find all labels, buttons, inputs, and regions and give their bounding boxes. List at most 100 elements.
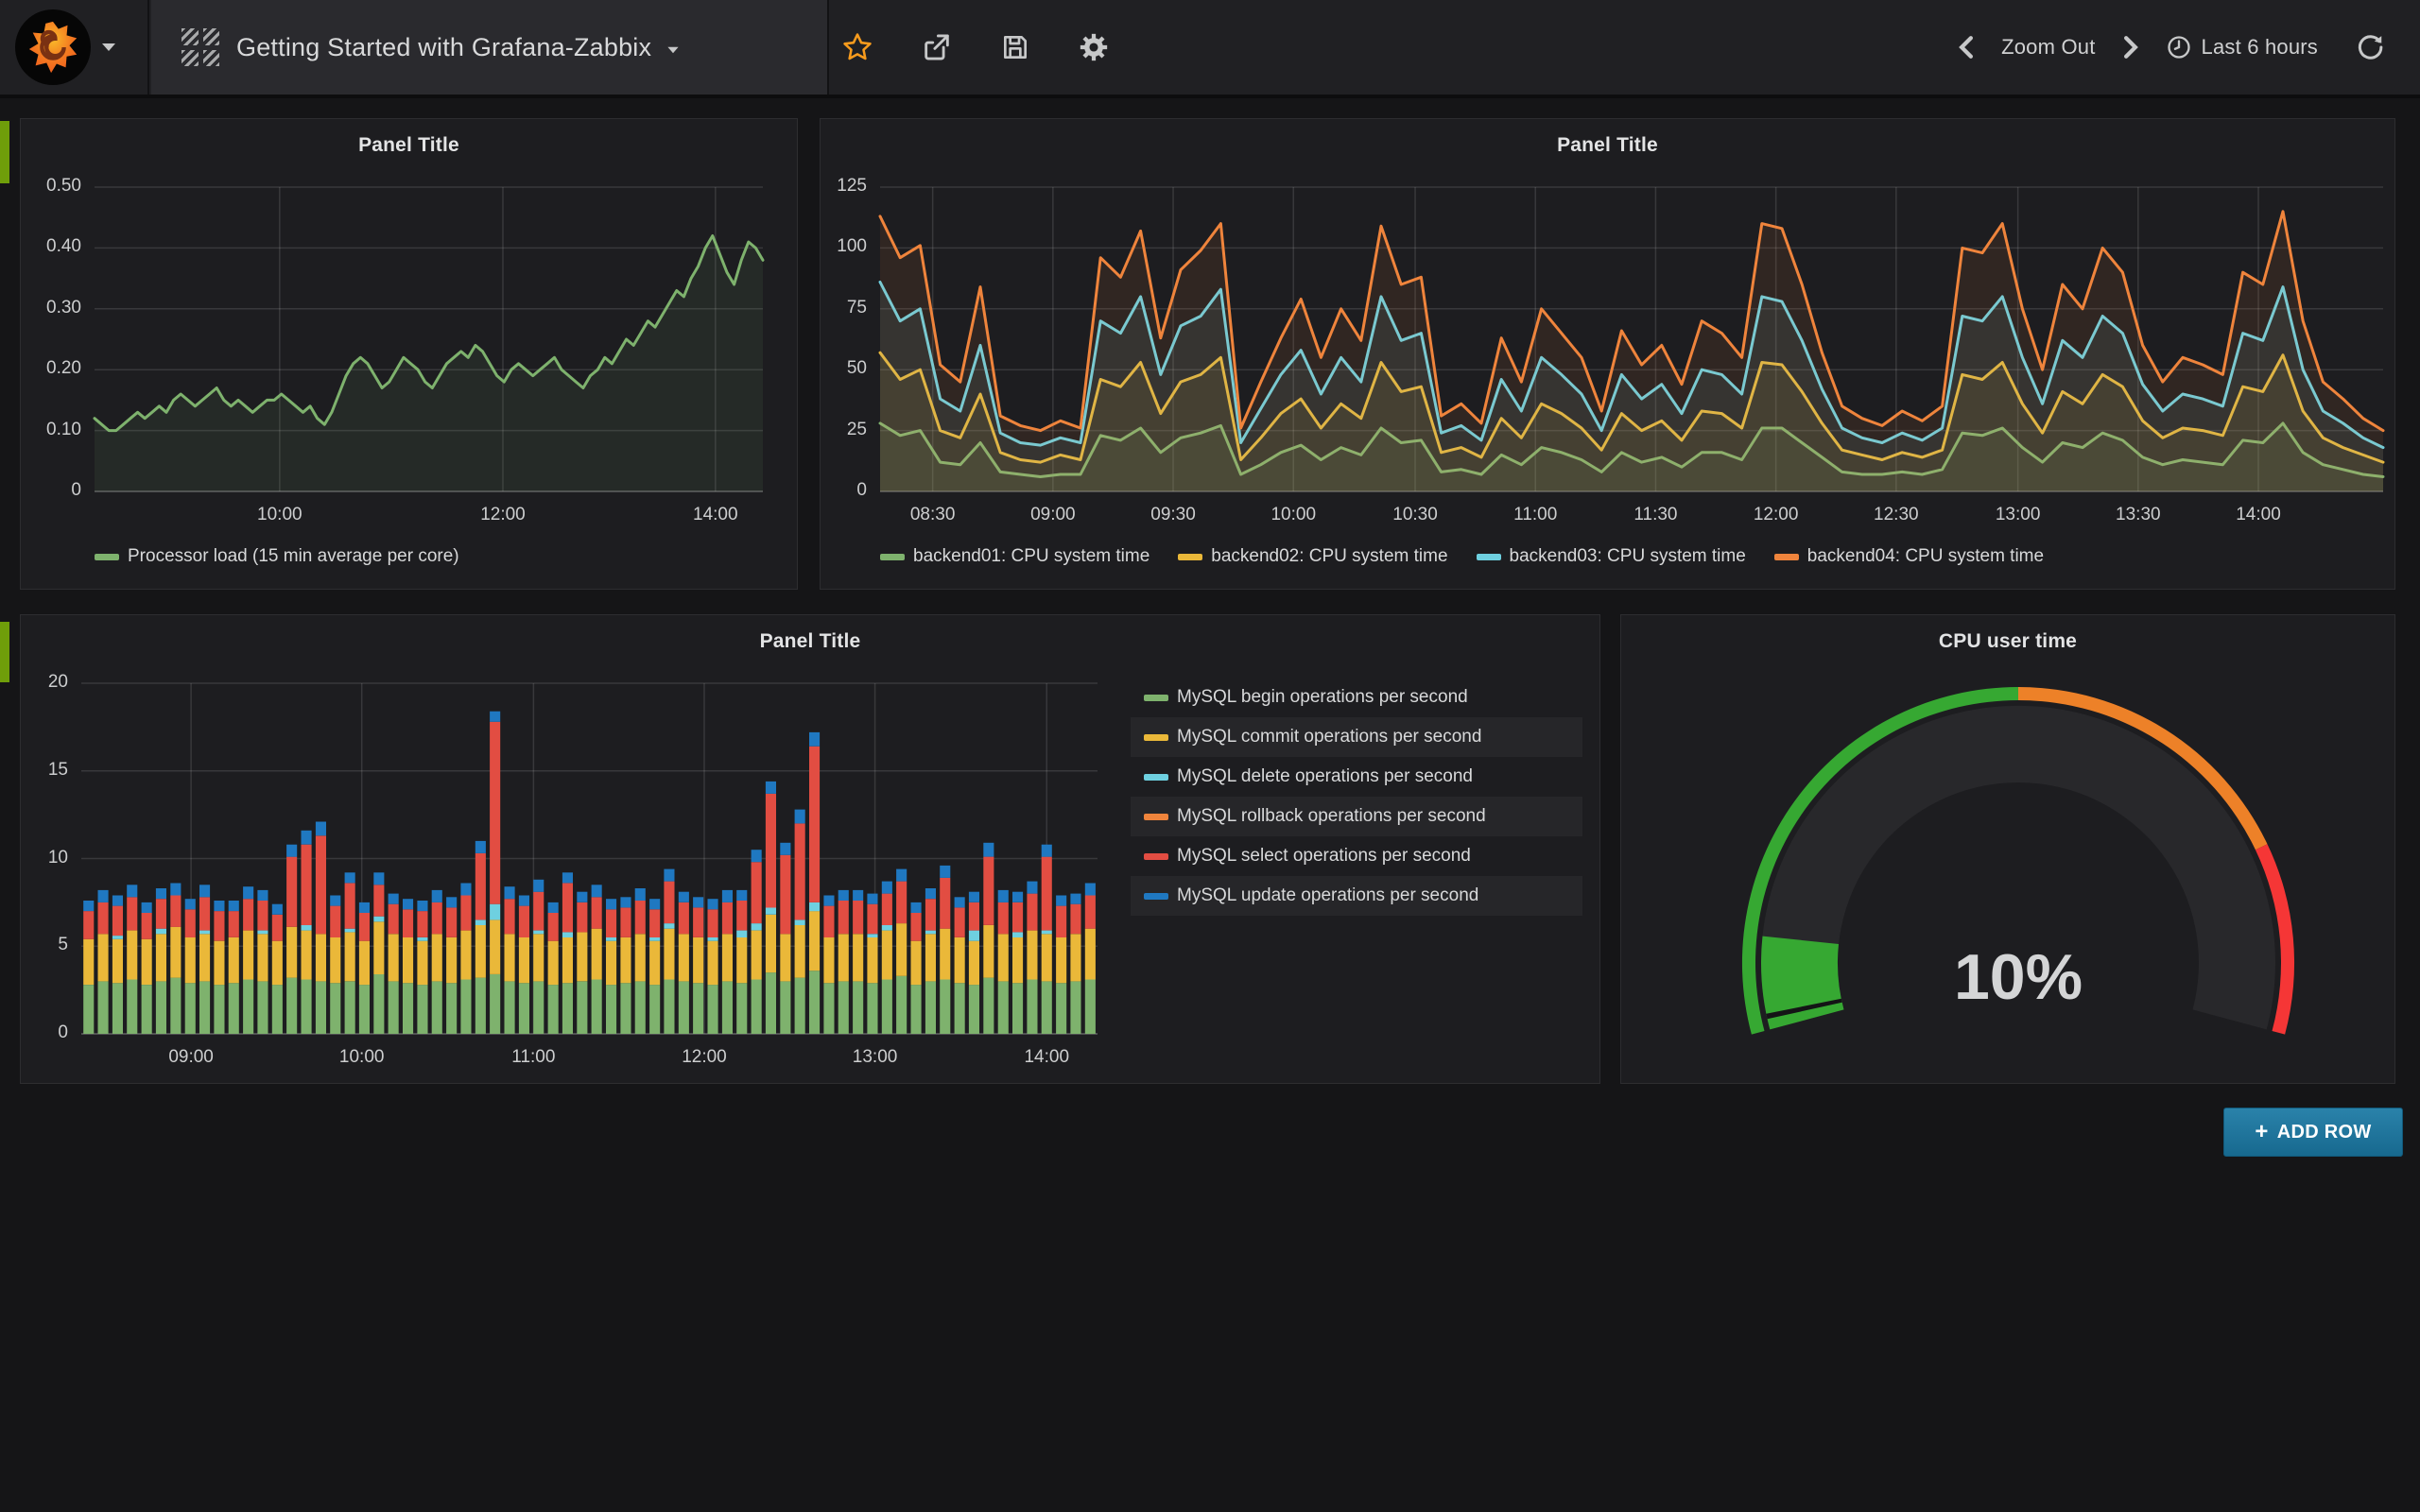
refresh-icon[interactable] — [2356, 33, 2384, 61]
y-tick-label: 0 — [0, 1022, 68, 1043]
y-tick-label: 10 — [0, 848, 68, 868]
panel-cpu-user-time-gauge: CPU user time 10% — [1620, 614, 2395, 1084]
legend-item[interactable]: MySQL update operations per second — [1131, 876, 1582, 916]
legend-item[interactable]: backend03: CPU system time — [1477, 546, 1746, 567]
legend-label: backend01: CPU system time — [913, 546, 1150, 567]
x-tick-label: 12:00 — [446, 505, 560, 525]
x-tick-label: 14:00 — [990, 1047, 1103, 1068]
legend-color-dash — [1144, 814, 1168, 820]
y-tick-label: 20 — [0, 672, 68, 693]
y-tick-label: 50 — [776, 358, 867, 379]
x-tick-label: 14:00 — [2202, 505, 2315, 525]
row-control-tab[interactable] — [0, 121, 9, 183]
panel-cpu-system-time: Panel Title 08:3009:0009:3010:0010:3011:… — [820, 118, 2395, 590]
legend-label: backend03: CPU system time — [1510, 546, 1746, 567]
time-controls: Zoom Out Last 6 hours — [1956, 0, 2384, 94]
zoom-out-button[interactable]: Zoom Out — [2001, 35, 2095, 60]
legend-color-dash — [1144, 774, 1168, 781]
legend-color-dash — [880, 554, 905, 560]
x-tick-label: 12:00 — [648, 1047, 761, 1068]
legend-label: backend02: CPU system time — [1211, 546, 1447, 567]
legend-color-dash — [1144, 893, 1168, 900]
x-tick-label: 09:00 — [134, 1047, 248, 1068]
legend-item[interactable]: Processor load (15 min average per core) — [95, 546, 459, 567]
add-row-button[interactable]: + ADD ROW — [2223, 1108, 2403, 1157]
legend-color-dash — [1774, 554, 1799, 560]
y-tick-label: 5 — [0, 935, 68, 955]
x-tick-label: 13:00 — [1962, 505, 2075, 525]
legend: backend01: CPU system time backend02: CPU… — [880, 546, 2044, 567]
legend-color-dash — [1144, 734, 1168, 741]
time-range-picker[interactable]: Last 6 hours — [2166, 34, 2318, 60]
y-tick-label: 15 — [0, 760, 68, 781]
legend-label: MySQL select operations per second — [1177, 846, 1471, 867]
x-tick-label: 11:30 — [1599, 505, 1712, 525]
panel-processor-load: Panel Title 10:0012:0014:0000.100.200.30… — [20, 118, 798, 590]
legend-item[interactable]: MySQL select operations per second — [1131, 836, 1582, 876]
x-tick-label: 11:00 — [476, 1047, 590, 1068]
legend-color-dash — [1144, 695, 1168, 701]
legend-item[interactable]: MySQL commit operations per second — [1131, 717, 1582, 757]
legend-color-dash — [95, 554, 119, 560]
legend-label: MySQL update operations per second — [1177, 885, 1478, 906]
legend-item[interactable]: MySQL begin operations per second — [1131, 678, 1582, 717]
legend-label: MySQL delete operations per second — [1177, 766, 1473, 787]
time-range-label: Last 6 hours — [2202, 35, 2318, 60]
y-tick-label: 0 — [0, 480, 81, 501]
dashboard-title-caret-icon — [668, 47, 679, 53]
x-tick-label: 08:30 — [876, 505, 990, 525]
legend-item[interactable]: backend01: CPU system time — [880, 546, 1150, 567]
y-tick-label: 75 — [776, 298, 867, 318]
legend-label: MySQL begin operations per second — [1177, 687, 1468, 708]
legend-color-dash — [1477, 554, 1501, 560]
grafana-menu-caret-icon — [102, 43, 115, 51]
x-tick-label: 10:00 — [1236, 505, 1350, 525]
legend-label: MySQL rollback operations per second — [1177, 806, 1486, 827]
x-tick-label: 09:30 — [1116, 505, 1230, 525]
chevron-right-icon[interactable] — [2120, 35, 2141, 60]
grafana-dashboard: Getting Started with Grafana-Zabbix — [0, 0, 2420, 1512]
y-tick-label: 0.20 — [0, 358, 81, 379]
legend: Processor load (15 min average per core) — [95, 546, 459, 567]
y-tick-label: 0.10 — [0, 420, 81, 440]
legend-label: Processor load (15 min average per core) — [128, 546, 459, 567]
y-tick-label: 0 — [776, 480, 867, 501]
legend-item[interactable]: MySQL delete operations per second — [1131, 757, 1582, 797]
x-tick-label: 14:00 — [659, 505, 772, 525]
legend-item[interactable]: MySQL rollback operations per second — [1131, 797, 1582, 836]
dashboard-title-picker[interactable]: Getting Started with Grafana-Zabbix — [151, 0, 829, 94]
y-tick-label: 0.40 — [0, 236, 81, 257]
legend-color-dash — [1144, 853, 1168, 860]
x-tick-label: 11:00 — [1478, 505, 1592, 525]
legend: MySQL begin operations per second MySQL c… — [1131, 678, 1582, 916]
legend-item[interactable]: backend04: CPU system time — [1774, 546, 2044, 567]
y-tick-label: 100 — [776, 236, 867, 257]
save-icon[interactable] — [1000, 32, 1030, 62]
y-tick-label: 125 — [776, 176, 867, 197]
gear-icon[interactable] — [1078, 31, 1110, 63]
y-tick-label: 25 — [776, 420, 867, 440]
plus-icon: + — [2255, 1121, 2268, 1143]
x-tick-label: 12:30 — [1840, 505, 1953, 525]
x-tick-label: 12:00 — [1720, 505, 1833, 525]
legend-color-dash — [1178, 554, 1202, 560]
grafana-logo — [15, 9, 91, 85]
share-icon[interactable] — [921, 31, 953, 63]
legend-item[interactable]: backend02: CPU system time — [1178, 546, 1447, 567]
panel-mysql-operations: Panel Title 09:0010:0011:0012:0013:0014:… — [20, 614, 1600, 1084]
grafana-menu[interactable] — [0, 0, 149, 94]
y-tick-label: 0.30 — [0, 298, 81, 318]
x-tick-label: 09:00 — [996, 505, 1110, 525]
x-tick-label: 10:00 — [305, 1047, 419, 1068]
clock-icon — [2166, 34, 2192, 60]
star-icon[interactable] — [841, 31, 873, 63]
chevron-left-icon[interactable] — [1956, 35, 1977, 60]
y-tick-label: 0.50 — [0, 176, 81, 197]
x-tick-label: 13:00 — [819, 1047, 932, 1068]
top-navbar: Getting Started with Grafana-Zabbix — [0, 0, 2420, 94]
dashboard-actions — [841, 0, 1110, 94]
dashboard-grid-icon — [182, 28, 219, 66]
dashboard-title: Getting Started with Grafana-Zabbix — [236, 33, 651, 62]
x-tick-label: 13:30 — [2082, 505, 2195, 525]
x-tick-label: 10:30 — [1358, 505, 1472, 525]
